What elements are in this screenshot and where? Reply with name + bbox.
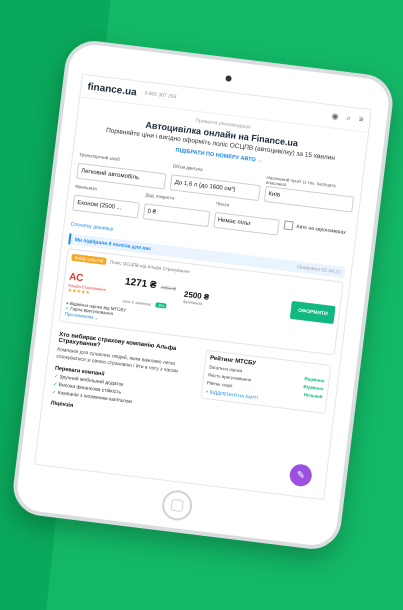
discount-badge: -6% bbox=[155, 302, 167, 309]
tablet-device: finance.ua 0 800 307 293 ◉ ⌕ ≡ Приватна … bbox=[10, 37, 396, 553]
checkbox-label: Авто на єврономерах bbox=[295, 223, 347, 236]
menu-icon[interactable]: ≡ bbox=[358, 115, 364, 125]
screen: finance.ua 0 800 307 293 ◉ ⌕ ≡ Приватна … bbox=[34, 73, 372, 501]
header-icons: ◉ ⌕ ≡ bbox=[331, 111, 364, 125]
order-button[interactable]: ОФОРМИТИ bbox=[290, 300, 336, 325]
euro-plate-checkbox[interactable]: Авто на єврономерах bbox=[283, 220, 350, 237]
price-label: ціна зі знижкою bbox=[122, 298, 152, 307]
camera-icon bbox=[225, 75, 232, 82]
checkbox-box[interactable] bbox=[283, 220, 294, 231]
old-price: 1352 ₴ bbox=[160, 284, 177, 293]
choice-badge: Вибір клієнтів bbox=[71, 253, 107, 265]
search-icon[interactable]: ⌕ bbox=[346, 113, 352, 123]
user-icon[interactable]: ◉ bbox=[331, 111, 339, 122]
site-logo[interactable]: finance.ua bbox=[87, 81, 137, 98]
phone-number[interactable]: 0 800 307 293 bbox=[144, 90, 176, 100]
home-button[interactable] bbox=[160, 488, 194, 523]
updated-date: Оновлено 02.04.22 bbox=[296, 263, 342, 276]
mtsbu-rating: Рейтинг МТСБУ Загальна оцінка Відмінно Як… bbox=[200, 349, 332, 414]
chat-icon[interactable]: ✎ bbox=[288, 462, 314, 488]
